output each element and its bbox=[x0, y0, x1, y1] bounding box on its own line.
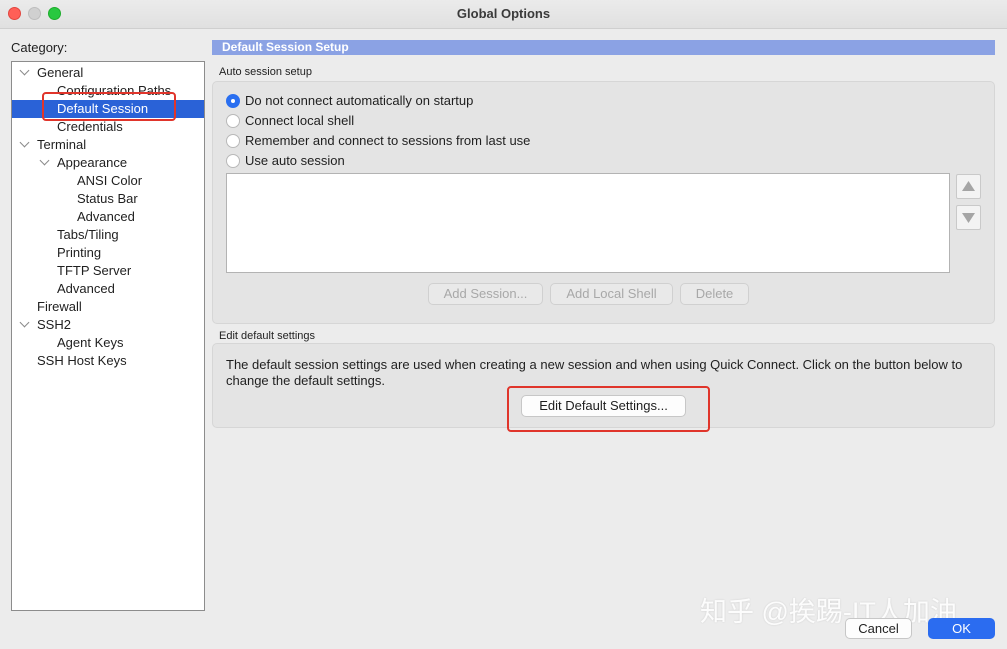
tree-item-label: General bbox=[37, 65, 84, 80]
tree-item-label: Terminal bbox=[37, 137, 87, 152]
move-down-button[interactable] bbox=[956, 205, 981, 230]
chevron-down-icon[interactable] bbox=[19, 65, 30, 76]
tree-item-advanced[interactable]: Advanced bbox=[12, 208, 204, 226]
tree-item-label: SSH2 bbox=[37, 317, 71, 332]
tree-item-tabs-tiling[interactable]: Tabs/Tiling bbox=[12, 226, 204, 244]
add-session-button[interactable]: Add Session... bbox=[428, 283, 543, 305]
tree-item-label: Advanced bbox=[57, 281, 115, 296]
tree-item-label: Printing bbox=[57, 245, 102, 260]
radio-label: Use auto session bbox=[245, 153, 345, 168]
radio-indicator[interactable] bbox=[226, 154, 240, 168]
tree-item-appearance[interactable]: Appearance bbox=[12, 154, 204, 172]
radio-label: Remember and connect to sessions from la… bbox=[245, 133, 531, 148]
edit-defaults-group-label: Edit default settings bbox=[219, 330, 316, 342]
tree-item-printing[interactable]: Printing bbox=[12, 244, 204, 262]
radio-indicator[interactable] bbox=[226, 114, 240, 128]
add-local-shell-button[interactable]: Add Local Shell bbox=[550, 283, 673, 305]
annotation-box-edit-defaults bbox=[507, 386, 710, 432]
tree-item-terminal[interactable]: Terminal bbox=[12, 136, 204, 154]
tree-item-label: SSH Host Keys bbox=[37, 353, 127, 368]
radio-label: Do not connect automatically on startup bbox=[245, 93, 474, 108]
auto-session-list[interactable] bbox=[226, 173, 950, 273]
tree-item-ansi-color[interactable]: ANSI Color bbox=[12, 172, 204, 190]
annotation-box-default-session bbox=[42, 92, 176, 121]
chevron-down-icon[interactable] bbox=[19, 317, 30, 328]
tree-item-tftp-server[interactable]: TFTP Server bbox=[12, 262, 204, 280]
move-up-button[interactable] bbox=[956, 174, 981, 199]
triangle-up-icon bbox=[962, 181, 975, 191]
tree-item-agent-keys[interactable]: Agent Keys bbox=[12, 334, 204, 352]
radio-indicator[interactable] bbox=[226, 94, 240, 108]
triangle-down-icon bbox=[962, 213, 975, 223]
category-label: Category: bbox=[11, 40, 68, 55]
tree-item-firewall[interactable]: Firewall bbox=[12, 298, 204, 316]
tree-item-label: Tabs/Tiling bbox=[57, 227, 119, 242]
tree-item-label: Advanced bbox=[77, 209, 135, 224]
tree-item-label: TFTP Server bbox=[57, 263, 132, 278]
section-header: Default Session Setup bbox=[212, 40, 995, 55]
tree-item-general[interactable]: General bbox=[12, 64, 204, 82]
radio-label: Connect local shell bbox=[245, 113, 355, 128]
tree-item-ssh-host-keys[interactable]: SSH Host Keys bbox=[12, 352, 204, 370]
tree-item-label: Status Bar bbox=[77, 191, 138, 206]
radio-indicator[interactable] bbox=[226, 134, 240, 148]
ok-button[interactable]: OK bbox=[928, 618, 995, 639]
watermark-text: 知乎 @挨踢-IT人加油 bbox=[700, 597, 957, 627]
cancel-button[interactable]: Cancel bbox=[845, 618, 912, 639]
chevron-down-icon[interactable] bbox=[39, 155, 50, 166]
title-bar: Global Options bbox=[0, 0, 1007, 29]
edit-defaults-description: The default session settings are used wh… bbox=[226, 357, 963, 388]
tree-item-ssh2[interactable]: SSH2 bbox=[12, 316, 204, 334]
tree-item-status-bar[interactable]: Status Bar bbox=[12, 190, 204, 208]
delete-button[interactable]: Delete bbox=[680, 283, 749, 305]
category-tree[interactable]: General Configuration Paths Default Sessio… bbox=[11, 61, 205, 611]
tree-item-label: Agent Keys bbox=[57, 335, 124, 350]
window-title: Global Options bbox=[456, 6, 551, 21]
tree-item-label: Firewall bbox=[37, 299, 82, 314]
chevron-down-icon[interactable] bbox=[19, 137, 30, 148]
tree-item-label: Appearance bbox=[57, 155, 128, 170]
tree-item-label: ANSI Color bbox=[77, 173, 143, 188]
tree-item-advanced[interactable]: Advanced bbox=[12, 280, 204, 298]
auto-session-group-label: Auto session setup bbox=[219, 66, 312, 78]
